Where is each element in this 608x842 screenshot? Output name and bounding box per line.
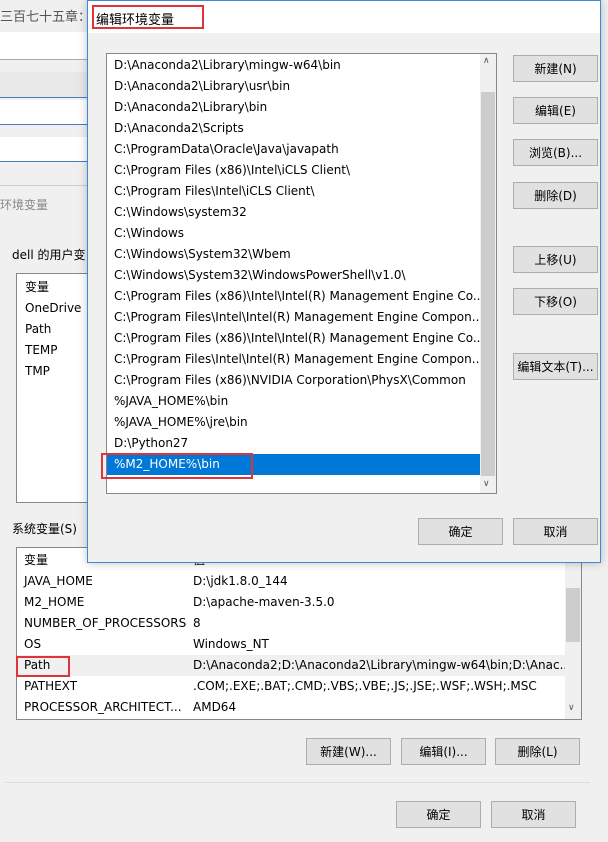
system-vars-table[interactable]: 变量 值 JAVA_HOMED:\jdk1.8.0_144M2_HOMED:\a… xyxy=(16,547,582,720)
user-var-row[interactable]: TEMP xyxy=(25,343,58,357)
edit-dialog: 编辑环境变量 D:\Anaconda2\Library\mingw-w64\bi… xyxy=(87,0,601,563)
system-new-button[interactable]: 新建(W)... xyxy=(306,738,391,765)
system-delete-button[interactable]: 删除(L) xyxy=(495,738,580,765)
var-name: PROCESSOR_ARCHITECT... xyxy=(24,700,182,714)
system-vars-label: 系统变量(S) xyxy=(12,522,77,536)
path-list-item[interactable]: C:\Program Files\Intel\Intel(R) Manageme… xyxy=(107,349,481,370)
scrollbar-thumb[interactable] xyxy=(481,92,495,476)
var-value: AMD64 xyxy=(193,700,237,714)
path-list-item[interactable]: C:\Windows xyxy=(107,223,481,244)
system-var-row[interactable]: OS Windows_NT xyxy=(17,634,565,655)
env-dialog-title: 环境变量 xyxy=(0,198,49,212)
system-edit-button[interactable]: 编辑(I)... xyxy=(401,738,486,765)
path-list-scrollbar[interactable]: ∧ ∨ xyxy=(480,54,496,493)
path-list-item[interactable]: C:\Program Files\Intel\iCLS Client\ xyxy=(107,181,481,202)
env-cancel-button[interactable]: 取消 xyxy=(491,801,576,828)
path-list-item[interactable]: C:\Windows\System32\Wbem xyxy=(107,244,481,265)
path-list[interactable]: D:\Anaconda2\Library\mingw-w64\bin D:\Ana… xyxy=(106,53,497,494)
path-list-item[interactable]: C:\Program Files (x86)\Intel\Intel(R) Ma… xyxy=(107,328,481,349)
path-highlight-box xyxy=(16,656,70,677)
var-value: Windows_NT xyxy=(193,637,269,651)
path-list-item[interactable]: D:\Anaconda2\Library\bin xyxy=(107,97,481,118)
title-highlight-box xyxy=(92,5,204,29)
var-name: PATHEXT xyxy=(24,679,78,693)
system-vars-scrollbar[interactable]: ∨ xyxy=(565,548,581,719)
var-value: D:\apache-maven-3.5.0 xyxy=(193,595,335,609)
path-list-item[interactable]: %JAVA_HOME%\bin xyxy=(107,391,481,412)
browse-button[interactable]: 浏览(B)... xyxy=(513,139,598,166)
system-var-row[interactable]: Path D:\Anaconda2;D:\Anaconda2\Library\mi… xyxy=(17,655,571,676)
path-list-item[interactable]: D:\Anaconda2\Library\usr\bin xyxy=(107,76,481,97)
system-var-row[interactable]: PROCESSOR_ARCHITECT... AMD64 xyxy=(17,697,565,718)
scroll-up-icon[interactable]: ∧ xyxy=(483,56,490,66)
new-path-button[interactable]: 新建(N) xyxy=(513,55,598,82)
delete-path-button[interactable]: 删除(D) xyxy=(513,182,598,209)
scroll-down-icon[interactable]: ∨ xyxy=(483,479,490,489)
path-list-item[interactable]: C:\Windows\System32\WindowsPowerShell\v1… xyxy=(107,265,481,286)
user-vars-label: dell 的用户变 xyxy=(12,248,86,262)
var-name: NUMBER_OF_PROCESSORS xyxy=(24,616,187,630)
background-field xyxy=(0,100,90,125)
move-up-button[interactable]: 上移(U) xyxy=(513,246,598,273)
var-name: OS xyxy=(24,637,42,651)
user-var-row[interactable]: OneDrive xyxy=(25,301,81,315)
background-field xyxy=(0,72,90,98)
system-var-row[interactable]: M2_HOME D:\apache-maven-3.5.0 xyxy=(17,592,565,613)
background-app-title: 三百七十五章： xyxy=(0,10,92,25)
var-value: D:\jdk1.8.0_144 xyxy=(193,574,288,588)
path-list-item[interactable]: D:\Anaconda2\Scripts xyxy=(107,118,481,139)
background-field xyxy=(0,32,90,60)
system-var-row[interactable]: PATHEXT .COM;.EXE;.BAT;.CMD;.VBS;.VBE;.JS… xyxy=(17,676,565,697)
edit-path-button[interactable]: 编辑(E) xyxy=(513,97,598,124)
var-value: 8 xyxy=(193,616,201,630)
edit-text-button[interactable]: 编辑文本(T)... xyxy=(513,353,598,380)
divider xyxy=(5,782,590,783)
env-ok-button[interactable]: 确定 xyxy=(396,801,481,828)
background-app: 三百七十五章： xyxy=(0,0,100,185)
path-list-item[interactable]: C:\Program Files\Intel\Intel(R) Manageme… xyxy=(107,307,481,328)
path-list-item[interactable]: C:\Windows\system32 xyxy=(107,202,481,223)
user-vars-header: 变量 xyxy=(25,280,50,294)
path-list-item[interactable]: D:\Anaconda2\Library\mingw-w64\bin xyxy=(107,55,481,76)
path-list-item[interactable]: C:\Program Files (x86)\Intel\iCLS Client… xyxy=(107,160,481,181)
var-value: D:\Anaconda2;D:\Anaconda2\Library\mingw-… xyxy=(193,658,572,672)
path-list-item[interactable]: %JAVA_HOME%\jre\bin xyxy=(107,412,481,433)
var-name: JAVA_HOME xyxy=(24,574,93,588)
system-var-row[interactable]: NUMBER_OF_PROCESSORS 8 xyxy=(17,613,565,634)
background-field xyxy=(0,137,90,162)
path-list-item[interactable]: C:\ProgramData\Oracle\Java\javapath xyxy=(107,139,481,160)
edit-cancel-button[interactable]: 取消 xyxy=(513,518,598,545)
user-var-row[interactable]: Path xyxy=(25,322,51,336)
var-name: M2_HOME xyxy=(24,595,85,609)
header-variable: 变量 xyxy=(24,553,49,567)
path-list-item[interactable]: D:\Python27 xyxy=(107,433,481,454)
scroll-down-icon[interactable]: ∨ xyxy=(568,703,575,713)
path-list-item[interactable]: C:\Program Files (x86)\NVIDIA Corporatio… xyxy=(107,370,481,391)
var-value: .COM;.EXE;.BAT;.CMD;.VBS;.VBE;.JS;.JSE;.… xyxy=(193,679,537,693)
m2-home-highlight-box xyxy=(101,453,253,479)
scrollbar-thumb[interactable] xyxy=(566,588,580,642)
user-var-row[interactable]: TMP xyxy=(25,364,50,378)
edit-ok-button[interactable]: 确定 xyxy=(418,518,503,545)
move-down-button[interactable]: 下移(O) xyxy=(513,288,598,315)
system-var-row[interactable]: JAVA_HOME D:\jdk1.8.0_144 xyxy=(17,571,565,592)
path-list-item[interactable]: C:\Program Files (x86)\Intel\Intel(R) Ma… xyxy=(107,286,481,307)
